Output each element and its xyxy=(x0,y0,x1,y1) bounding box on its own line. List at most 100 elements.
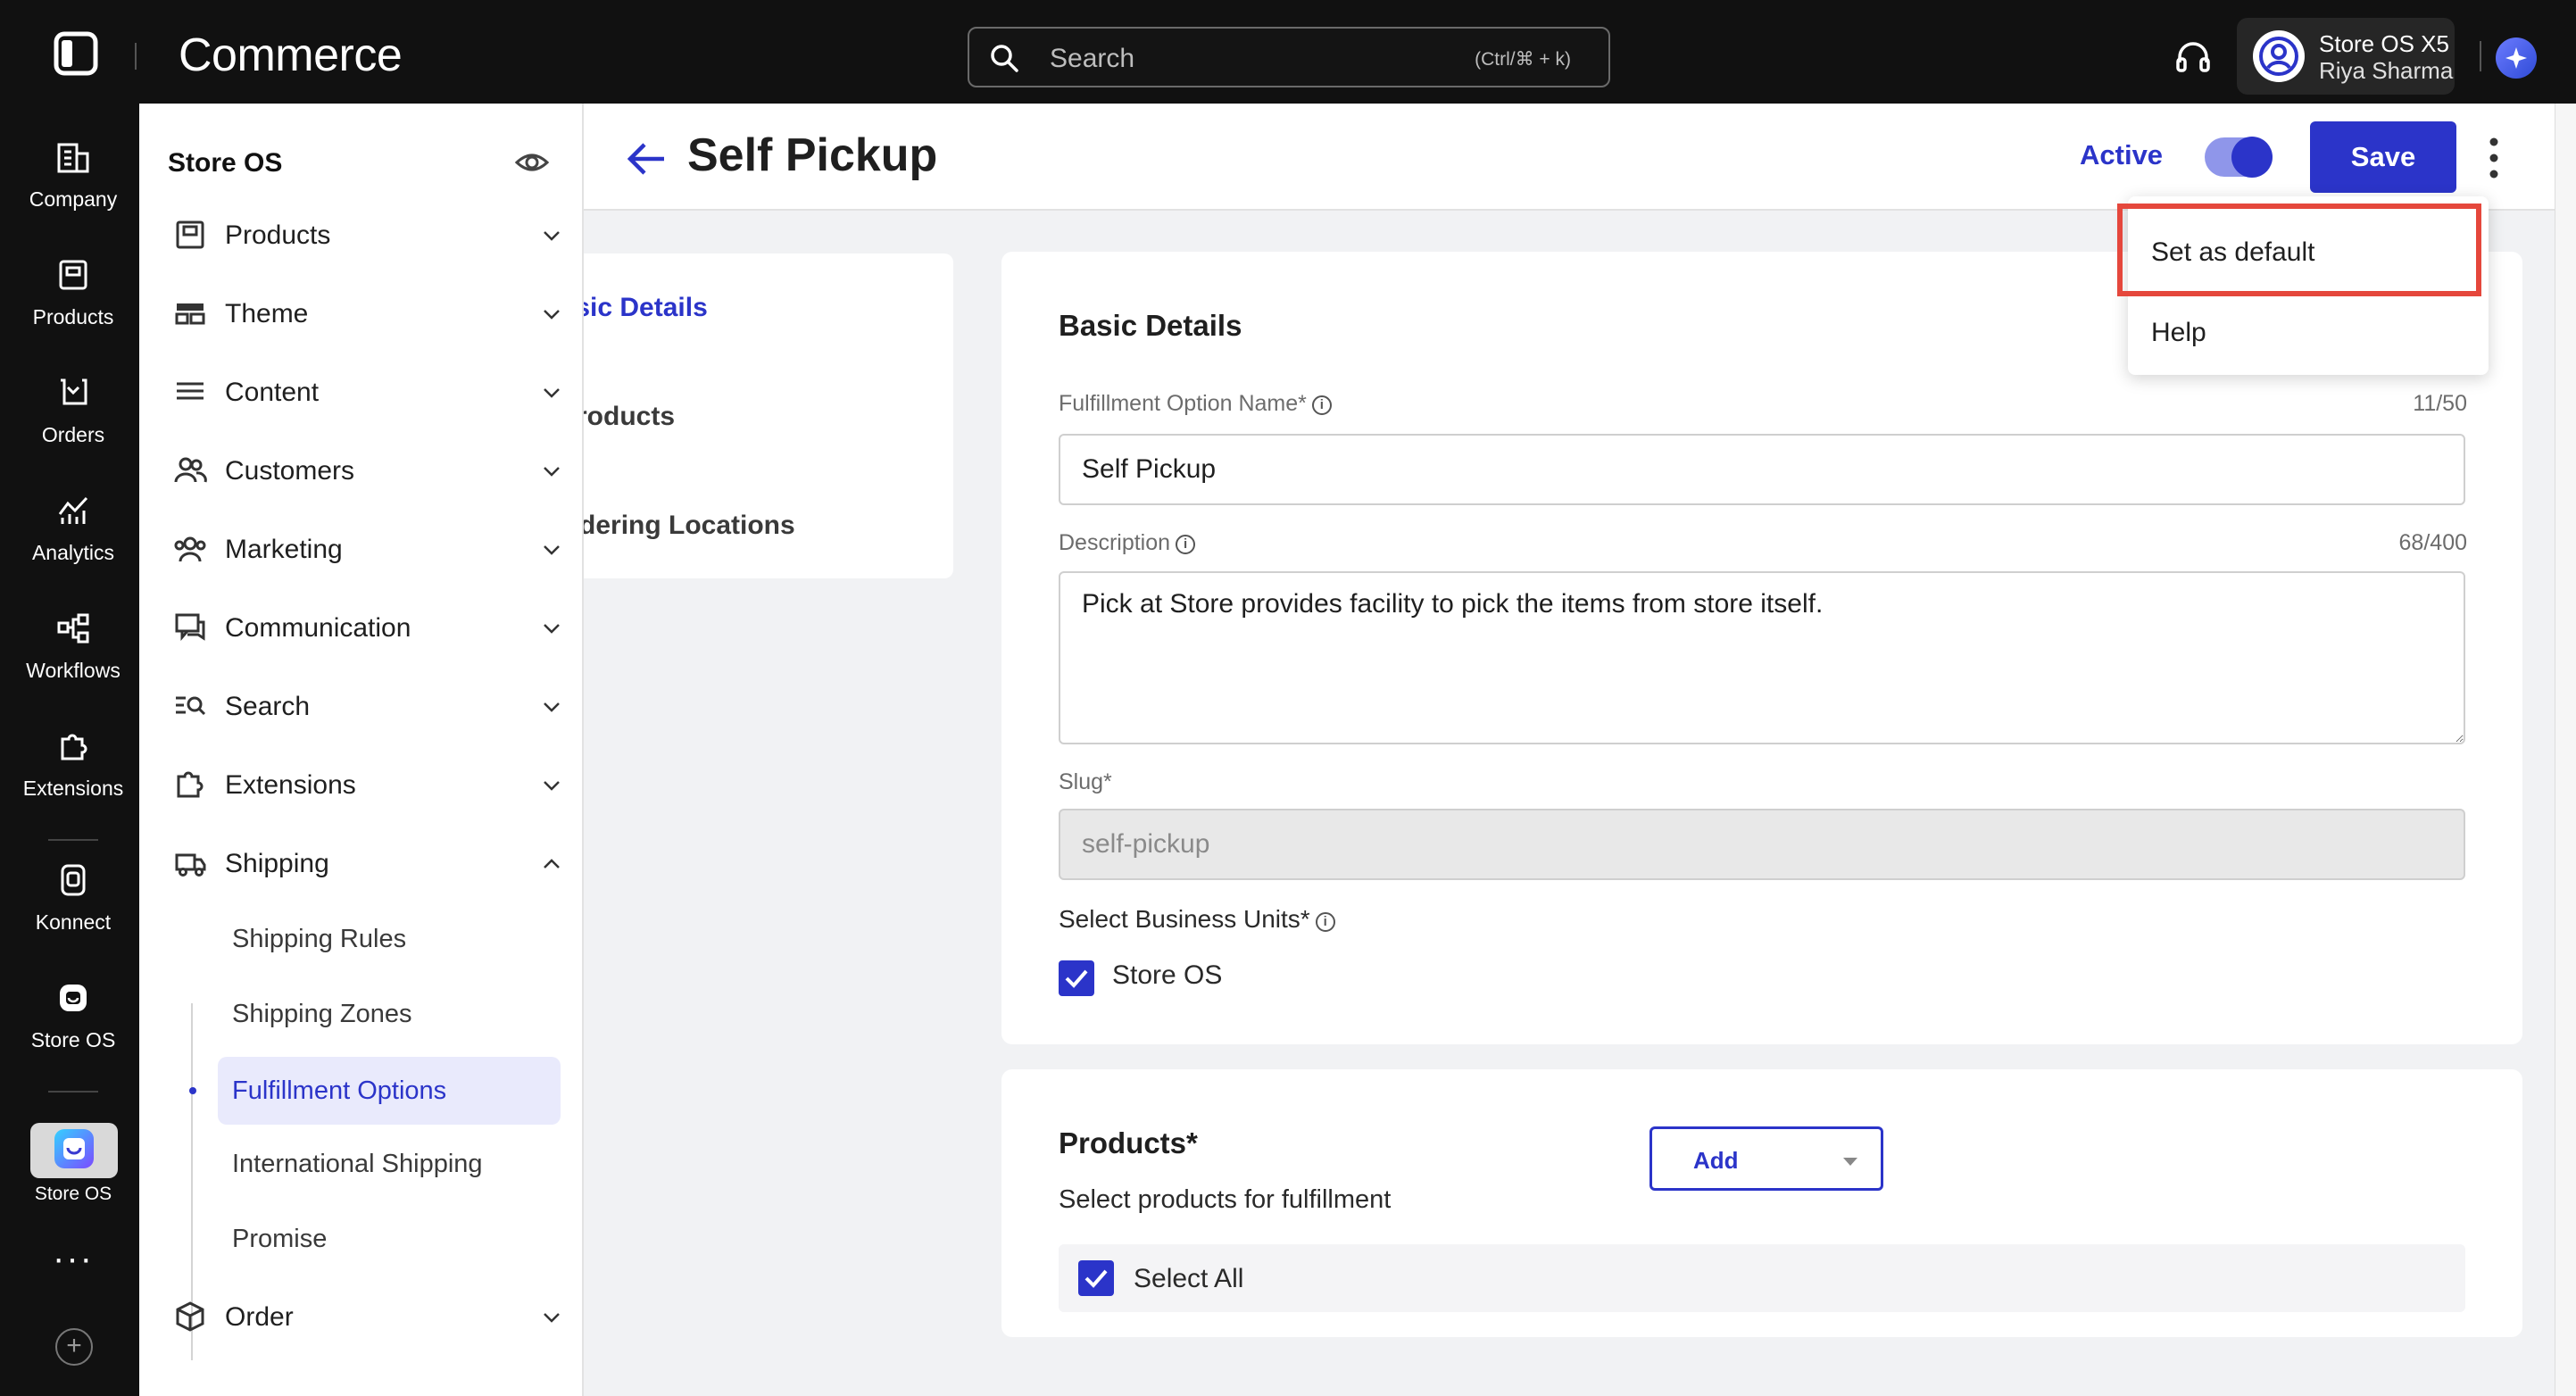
truck-icon xyxy=(173,846,207,880)
menu-item-content[interactable]: Content xyxy=(173,366,560,420)
business-unit-checkbox[interactable] xyxy=(1059,960,1094,996)
global-search-input[interactable]: Search (Ctrl/⌘ + k) xyxy=(968,27,1610,87)
rail-app-label: Store OS xyxy=(34,1184,112,1204)
menu-item-customers[interactable]: Customers xyxy=(173,445,560,498)
rail-divider xyxy=(48,839,98,841)
info-icon[interactable]: i xyxy=(1315,912,1335,932)
more-apps-button[interactable]: ··· xyxy=(4,1239,143,1279)
field-label: Select Business Units* i xyxy=(1059,905,1335,934)
layout-icon xyxy=(173,296,207,330)
rail-item-analytics[interactable]: Analytics xyxy=(4,493,143,565)
package-icon xyxy=(173,1300,207,1334)
chevron-down-icon xyxy=(541,696,562,718)
avatar xyxy=(2253,30,2305,82)
field-label: Description i xyxy=(1059,530,1196,556)
menu-item-help[interactable]: Help xyxy=(2151,318,2206,348)
menu-item-extensions[interactable]: Extensions xyxy=(173,759,560,812)
section-subtitle: Select products for fulfillment xyxy=(1059,1185,1392,1214)
active-toggle[interactable] xyxy=(2205,137,2273,178)
rail-item-store-os[interactable]: Store OS xyxy=(4,980,143,1052)
slug-input xyxy=(1059,809,2465,880)
select-all-row[interactable]: Select All xyxy=(1059,1244,2465,1312)
menu-item-communication[interactable]: Communication xyxy=(173,602,560,655)
save-button[interactable]: Save xyxy=(2310,121,2456,193)
search-placeholder: Search xyxy=(1050,44,1135,73)
submenu-item-fulfillment-options[interactable]: Fulfillment Options xyxy=(218,1057,561,1125)
search-icon xyxy=(989,43,1019,73)
rail-item-label: Extensions xyxy=(22,777,124,800)
store-os-icon xyxy=(55,980,91,1016)
rail-item-extensions[interactable]: Extensions xyxy=(4,728,143,801)
search-shortcut-hint: (Ctrl/⌘ + k) xyxy=(1475,49,1571,70)
building-icon xyxy=(55,139,91,175)
user-name: Riya Sharma xyxy=(2319,57,2454,84)
menu-item-marketing[interactable]: Marketing xyxy=(173,523,560,577)
section-nav-basic-details[interactable]: Basic Details xyxy=(584,293,708,323)
rail-item-company[interactable]: Company xyxy=(4,139,143,212)
box-icon xyxy=(173,218,207,252)
menu-item-label: Marketing xyxy=(225,535,343,564)
caret-down-icon xyxy=(1843,1158,1857,1166)
side-menu-title: Store OS xyxy=(168,148,283,178)
select-all-checkbox[interactable] xyxy=(1078,1260,1114,1296)
top-bar: Commerce Search (Ctrl/⌘ + k) Store OS X5… xyxy=(0,0,2576,104)
app-rail: Company Products Orders Analytics Workfl… xyxy=(0,104,139,1396)
workflow-icon xyxy=(55,611,91,646)
section-heading: Products* xyxy=(1059,1126,1198,1159)
info-icon[interactable]: i xyxy=(1311,395,1332,415)
rail-item-label: Store OS xyxy=(30,1028,116,1051)
menu-item-label: Shipping xyxy=(225,849,329,878)
menu-item-label: Order xyxy=(225,1302,294,1332)
submenu-item-promise[interactable]: Promise xyxy=(232,1225,327,1254)
chevron-down-icon xyxy=(541,303,562,325)
rail-item-konnect[interactable]: Konnect xyxy=(4,862,143,935)
account-switcher[interactable]: Store OS X5 Riya Sharma xyxy=(2237,18,2455,95)
menu-item-theme[interactable]: Theme xyxy=(173,287,560,341)
section-nav-products[interactable]: Products xyxy=(584,402,675,432)
chevron-up-icon xyxy=(541,853,562,875)
rail-item-label: Company xyxy=(29,187,118,211)
chevron-down-icon xyxy=(541,461,562,482)
add-app-button[interactable]: + xyxy=(55,1328,93,1366)
fulfillment-name-input[interactable] xyxy=(1059,434,2465,505)
store-os-app-tile[interactable] xyxy=(30,1123,118,1178)
business-unit-option-label: Store OS xyxy=(1112,960,1223,990)
field-label: Fulfillment Option Name* i xyxy=(1059,391,1332,417)
scrollbar[interactable] xyxy=(2555,104,2576,1396)
char-count: 68/400 xyxy=(2398,530,2467,555)
section-nav-ordering-locations[interactable]: Ordering Locations xyxy=(584,511,795,541)
rail-item-products[interactable]: Products xyxy=(4,257,143,329)
rail-item-orders[interactable]: Orders xyxy=(4,375,143,447)
more-options-icon[interactable] xyxy=(2485,136,2503,180)
submenu-item-international-shipping[interactable]: International Shipping xyxy=(232,1150,483,1179)
chevron-down-icon xyxy=(541,382,562,403)
rail-item-label: Workflows xyxy=(26,659,120,682)
headset-icon[interactable] xyxy=(2174,39,2212,77)
list-icon xyxy=(173,375,207,409)
add-products-button[interactable]: Add xyxy=(1649,1126,1883,1191)
menu-item-search[interactable]: Search xyxy=(173,680,560,734)
page-header: Self Pickup Active Save xyxy=(584,104,2555,211)
chat-icon xyxy=(173,611,207,644)
menu-item-order[interactable]: Order xyxy=(173,1291,560,1344)
cart-icon xyxy=(55,375,91,411)
rail-item-workflows[interactable]: Workflows xyxy=(4,611,143,683)
add-button-label: Add xyxy=(1693,1147,1739,1174)
section-nav: Basic Details Products Ordering Location… xyxy=(584,253,953,578)
search-list-icon xyxy=(173,689,207,723)
section-heading: Basic Details xyxy=(1059,309,1242,342)
description-textarea[interactable]: Pick at Store provides facility to pick … xyxy=(1059,571,2465,744)
eye-icon[interactable] xyxy=(514,146,550,179)
back-arrow-icon[interactable] xyxy=(625,139,668,179)
submenu-item-label: Fulfillment Options xyxy=(232,1076,447,1105)
submenu-item-shipping-rules[interactable]: Shipping Rules xyxy=(232,925,406,954)
menu-item-shipping[interactable]: Shipping xyxy=(173,837,560,891)
name-label-text: Fulfillment Option Name* xyxy=(1059,391,1307,416)
ai-assistant-icon[interactable] xyxy=(2496,37,2537,79)
chart-icon xyxy=(55,493,91,528)
sidebar-toggle-icon[interactable] xyxy=(54,31,98,76)
submenu-item-shipping-zones[interactable]: Shipping Zones xyxy=(232,1000,412,1029)
konnect-icon xyxy=(55,862,91,898)
info-icon[interactable]: i xyxy=(1176,535,1196,554)
menu-item-products[interactable]: Products xyxy=(173,209,560,262)
